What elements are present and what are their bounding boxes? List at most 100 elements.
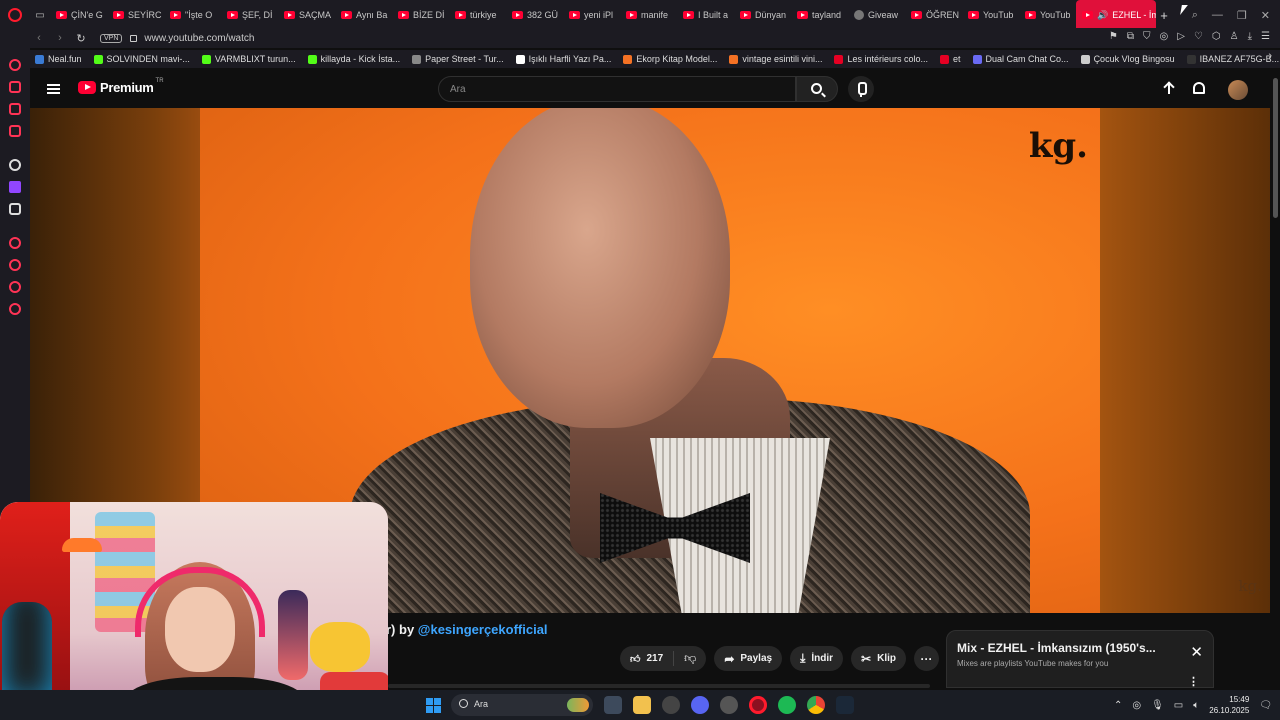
tab[interactable]: tayland [791,0,848,30]
tab[interactable]: Giveaw [848,0,905,30]
tab[interactable]: BİZE Dİ [392,0,449,30]
tab[interactable]: I Built a [677,0,734,30]
tab[interactable]: ÖĞREN [905,0,962,30]
bookmark-item[interactable]: Neal.fun [30,54,89,64]
tab[interactable]: SAÇMA [278,0,335,30]
mix-playlist-panel[interactable]: Mix - EZHEL - İmkansızım (1950's... Mixe… [946,630,1214,688]
bookmark-item[interactable]: SOLVINDEN mavi-... [89,54,197,64]
clip-button[interactable]: ✂ Klip [851,646,907,671]
copilot-icon[interactable]: ◎ [1132,700,1141,711]
messenger-icon[interactable] [9,103,21,115]
monitor-icon[interactable]: ▭ [1174,700,1183,711]
maximize-button[interactable]: ❐ [1237,9,1247,22]
search-input[interactable] [439,77,795,101]
opera-icon[interactable] [749,696,767,714]
easy-setup-icon[interactable]: ☰ [1261,31,1270,42]
task-view-icon[interactable] [604,696,622,714]
channel-handle-link[interactable]: @kesingerçekofficial [418,622,548,637]
player-icon[interactable] [9,237,21,249]
tab[interactable]: SEYİRC [107,0,164,30]
shield-icon[interactable]: ⛉ [1143,31,1151,42]
chrome-icon[interactable] [807,696,825,714]
settings-icon[interactable] [9,303,21,315]
bookmarks-overflow-icon[interactable]: › [1268,50,1272,62]
bookmark-item[interactable]: killayda - Kick İsta... [303,54,408,64]
bookmark-item[interactable]: Işıklı Harfli Yazı Pa... [511,54,619,64]
hamburger-menu-icon[interactable] [47,84,60,94]
more-actions-button[interactable]: ··· [914,646,940,671]
chevron-up-icon[interactable]: ⌃ [1114,700,1122,711]
tiktok-icon[interactable] [9,159,21,171]
bookmark-item[interactable]: VARMBLIXT turun... [197,54,303,64]
bookmark-item[interactable]: Ekorp Kitap Model... [618,54,724,64]
tab[interactable]: manife [620,0,677,30]
dislike-button[interactable]: 👎︎ [674,651,706,666]
new-tab-button[interactable]: + [1156,8,1172,23]
x-icon[interactable] [9,203,21,215]
download-icon[interactable]: ⤓ [1248,31,1252,42]
twitch-icon[interactable] [9,181,21,193]
pin-icon[interactable]: ⚑ [1109,31,1118,42]
file-explorer-icon[interactable] [633,696,651,714]
tab[interactable]: YouTub [962,0,1019,30]
profile-icon[interactable]: ♙ [1230,31,1239,42]
microphone-icon[interactable]: 🎙︎ [1151,700,1164,711]
extensions-icon[interactable]: ⬡ [1212,31,1221,42]
tab-active[interactable]: 🔊 EZHEL - İm [1076,0,1156,30]
mix-title[interactable]: Mix - EZHEL - İmkansızım (1950's... [957,641,1177,655]
pinboard-icon[interactable] [9,281,21,293]
tab-search-icon[interactable]: ⌕ [1192,9,1198,22]
forward-button[interactable]: › [51,32,69,44]
search-button[interactable] [796,76,838,102]
tab[interactable]: Aynı Ba [335,0,392,30]
avatar[interactable] [1228,80,1248,100]
scrollbar-thumb[interactable] [1273,78,1278,218]
play-icon[interactable]: ▷ [1177,31,1185,42]
clock[interactable]: 15:49 26.10.2025 [1209,694,1249,716]
crypto-wallet-icon[interactable] [9,81,21,93]
bookmark-item[interactable]: Dual Cam Chat Co... [968,54,1076,64]
bookmark-item[interactable]: Çocuk Vlog Bingosu [1076,54,1182,64]
upload-icon[interactable] [1163,82,1175,96]
tab[interactable]: YouTub [1019,0,1076,30]
tab[interactable]: Dünyan [734,0,791,30]
bookmark-item[interactable]: Les intérieurs colo... [829,54,935,64]
youtube-premium-logo[interactable]: Premium TR [78,78,166,95]
minimize-button[interactable]: — [1212,9,1223,21]
close-icon[interactable]: ✕ [1190,643,1203,661]
instagram-icon[interactable] [9,125,21,137]
obs-icon[interactable] [720,696,738,714]
settings-gear-icon[interactable] [662,696,680,714]
taskbar-search[interactable]: Ara [451,694,593,716]
voice-search-button[interactable] [848,76,874,102]
bookmark-item[interactable]: IBANEZ AF75G-B... [1182,54,1280,64]
bookmark-item[interactable]: vintage esintili vini... [724,54,829,64]
bookmark-item[interactable]: et [935,54,968,64]
windows-start-icon[interactable] [426,698,441,713]
snapshot-icon[interactable]: ⧉ [1127,31,1134,42]
back-button[interactable]: ‹ [30,32,48,44]
url-field[interactable]: www.youtube.com/watch [144,33,254,44]
tab[interactable]: "İşte O [164,0,221,30]
like-button[interactable]: 👍︎ 217 [620,651,675,666]
download-button[interactable]: ⤓ İndir [790,646,844,671]
opera-menu-icon[interactable] [0,0,30,30]
reload-button[interactable]: ↻ [72,32,90,45]
close-button[interactable]: ✕ [1261,9,1270,22]
vpn-badge[interactable]: VPN [100,33,123,43]
spotify-icon[interactable] [778,696,796,714]
ar-icon[interactable]: ◎ [1160,31,1169,42]
history-icon[interactable] [9,259,21,271]
discord-icon[interactable] [691,696,709,714]
tab[interactable]: ÇİN'e G [50,0,107,30]
heart-icon[interactable]: ♡ [1194,31,1203,42]
kebab-menu-icon[interactable]: ⋮ [1188,675,1199,688]
bookmark-item[interactable]: Paper Street - Tur... [407,54,511,64]
share-button[interactable]: ➦ Paylaş [714,646,783,671]
tab[interactable]: 382 GÜ [506,0,563,30]
tab[interactable]: türkiye [449,0,506,30]
page-scrollbar[interactable] [1271,70,1280,690]
steam-icon[interactable] [836,696,854,714]
notification-icon[interactable]: 🗨︎ [1259,700,1272,711]
lock-icon[interactable] [130,34,138,42]
